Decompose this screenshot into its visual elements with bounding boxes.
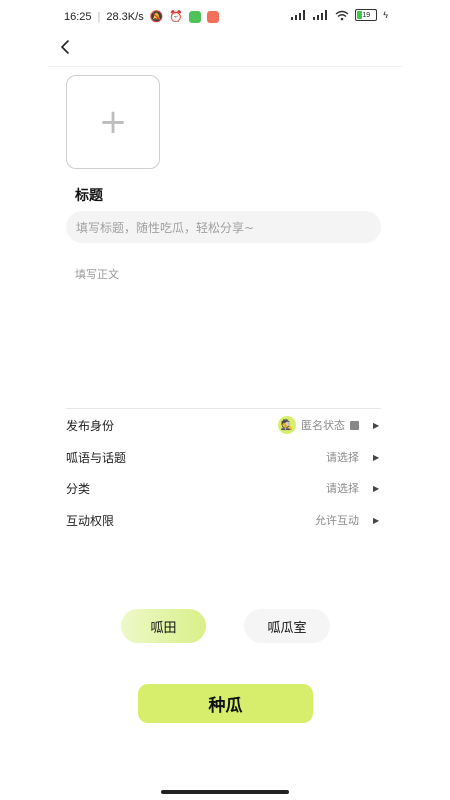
arrow-right-icon: ▶ <box>373 452 380 462</box>
alarm-icon: ⏰ <box>169 11 184 23</box>
tab-room[interactable]: 呱瓜室 <box>244 609 330 643</box>
arrow-right-icon: ▶ <box>373 420 380 430</box>
status-bar: 16:25 | 28.3K/s 🔕 ⏰ 19 ϟ <box>0 0 450 34</box>
identity-row[interactable]: 发布身份 🕵 匿名状态 ▶ <box>66 414 381 436</box>
mute-icon: 🔕 <box>149 11 164 23</box>
status-speed: 28.3K/s <box>106 10 144 23</box>
app-notification-icon <box>189 10 202 23</box>
battery-level: 19 <box>362 11 371 19</box>
topic-value: 请选择 <box>326 451 359 464</box>
identity-label: 发布身份 <box>66 418 115 433</box>
arrow-right-icon: ▶ <box>373 483 380 493</box>
topic-label: 呱语与话题 <box>66 450 127 465</box>
plus-icon: + <box>98 102 128 142</box>
charging-icon: ϟ <box>383 10 388 20</box>
status-time: 16:25 <box>64 10 92 23</box>
anonymous-badge-icon <box>350 420 359 430</box>
app-notification-icon-2 <box>207 10 220 23</box>
category-label: 分类 <box>66 481 91 496</box>
tab-field[interactable]: 呱田 <box>121 609 206 643</box>
image-upload-button[interactable]: + <box>66 75 160 169</box>
status-left: 16:25 | 28.3K/s 🔕 ⏰ <box>64 10 220 23</box>
back-button[interactable] <box>56 36 76 58</box>
identity-value: 匿名状态 <box>301 419 345 432</box>
signal-icon-2 <box>313 10 328 20</box>
title-input[interactable]: 填写标题，随性吃瓜，轻松分享~ <box>66 211 381 243</box>
arrow-right-icon: ▶ <box>373 515 380 525</box>
title-label: 标题 <box>75 188 103 204</box>
battery-icon: 19 <box>355 9 378 21</box>
category-value: 请选择 <box>326 482 359 495</box>
status-separator: | <box>97 10 101 23</box>
body-input[interactable]: 填写正文 <box>75 266 119 282</box>
signal-icon <box>291 10 306 20</box>
permission-row[interactable]: 互动权限 允许互动 ▶ <box>66 509 381 531</box>
section-divider <box>66 408 381 409</box>
category-row[interactable]: 分类 请选择 ▶ <box>66 477 381 499</box>
chevron-left-icon <box>60 40 69 54</box>
status-right: 19 ϟ <box>291 9 388 21</box>
permission-value: 允许互动 <box>315 514 359 527</box>
topic-row[interactable]: 呱语与话题 请选择 ▶ <box>66 446 381 468</box>
submit-button[interactable]: 种瓜 <box>138 684 313 723</box>
identity-value-group: 🕵 匿名状态 <box>278 416 359 434</box>
wifi-icon <box>335 10 349 20</box>
permission-label: 互动权限 <box>66 513 115 528</box>
header-divider <box>48 66 402 67</box>
anonymous-avatar-icon: 🕵 <box>278 416 296 434</box>
home-indicator[interactable] <box>161 790 289 794</box>
